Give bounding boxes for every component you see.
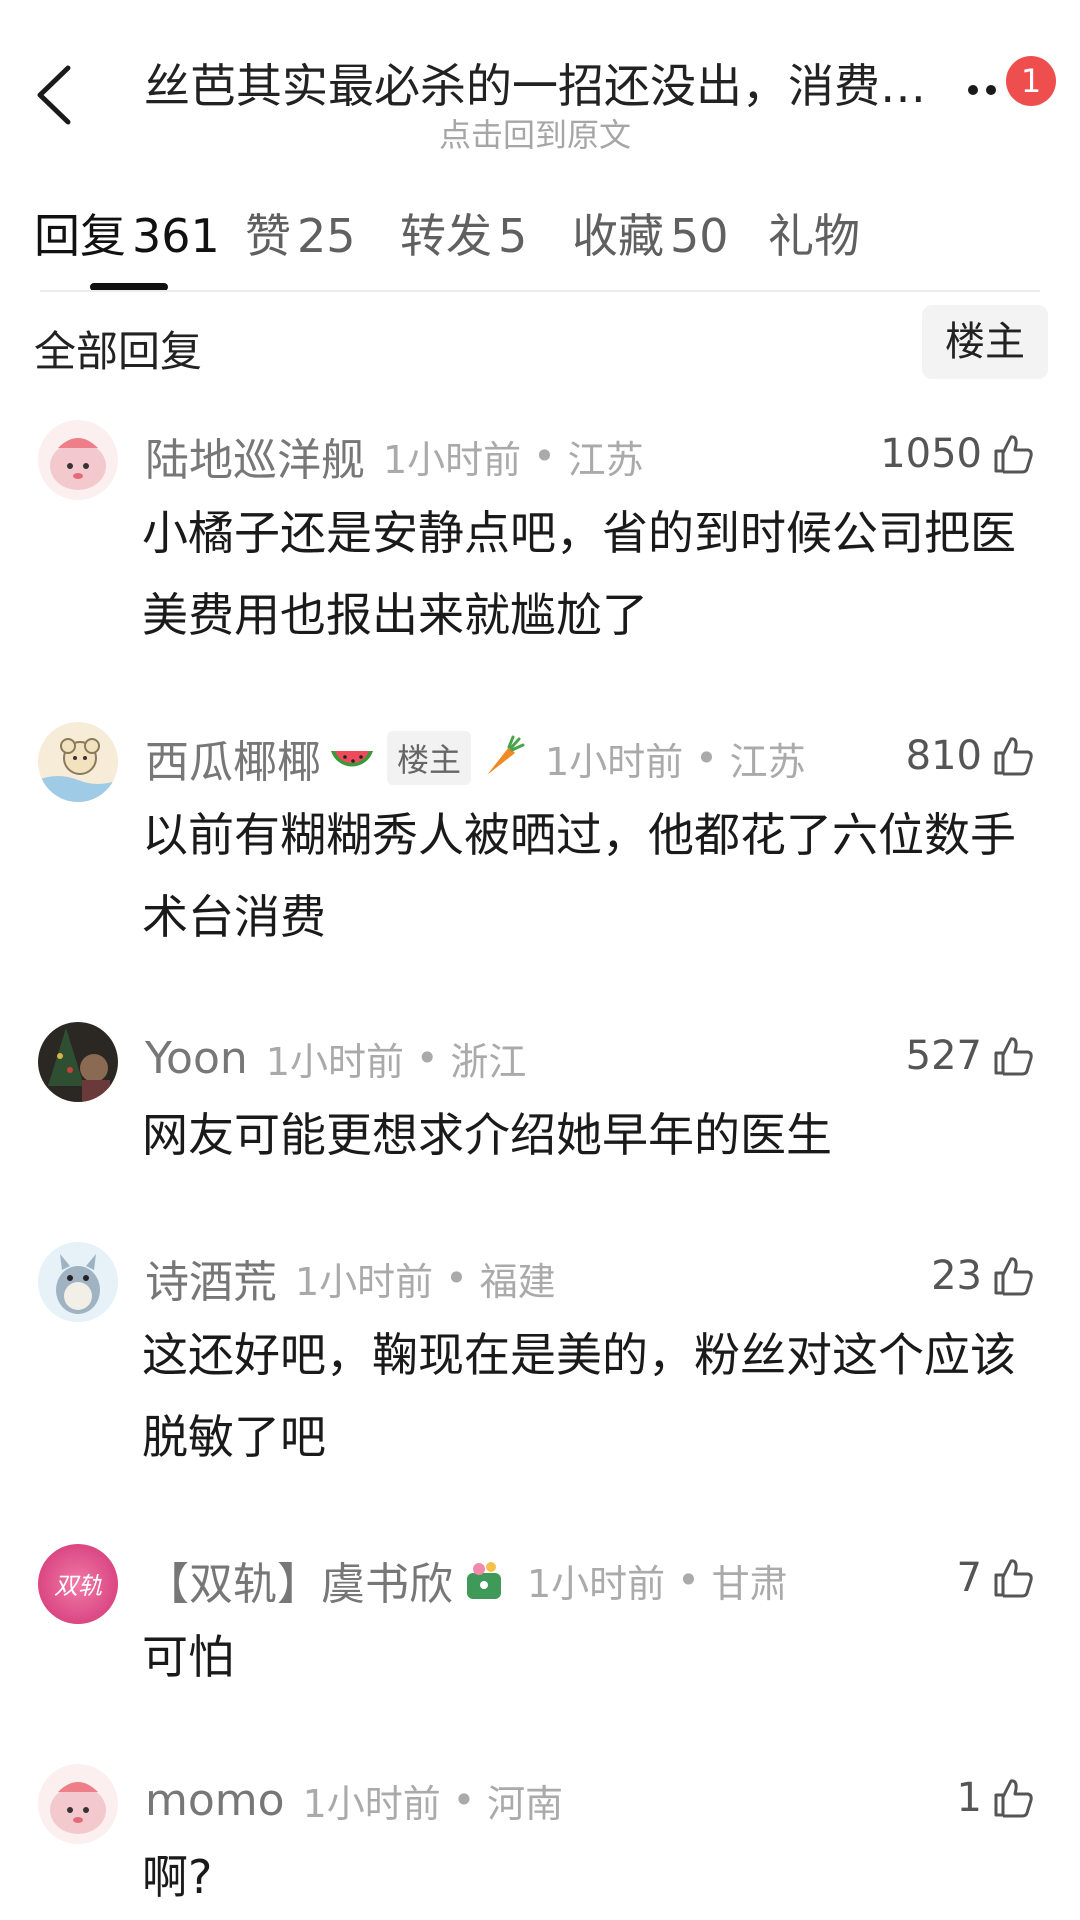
tab-label: 礼物: [768, 209, 860, 263]
avatar[interactable]: [38, 1764, 118, 1844]
watermelon-icon: [327, 733, 377, 783]
like-count: 23: [931, 1253, 982, 1299]
like-count: 1050: [880, 431, 982, 477]
tab-label: 回复: [34, 209, 126, 263]
back-to-original-link[interactable]: 点击回到原文: [120, 110, 950, 156]
username[interactable]: momo: [145, 1775, 285, 1826]
shuanggui-text-avatar-icon: 双轨: [38, 1544, 118, 1624]
thumbs-up-icon: [994, 435, 1033, 474]
separator-dot: •: [677, 1558, 700, 1602]
comment-meta: 【双轨】虞书欣 1小时前 • 甘肃: [145, 1552, 788, 1610]
tab-count: 361: [132, 209, 220, 263]
timestamp: 1小时前: [265, 1039, 404, 1084]
post-title[interactable]: 丝芭其实最必杀的一招还没出，消费…: [120, 50, 950, 116]
username[interactable]: Yoon: [145, 1033, 248, 1084]
region: 甘肃: [711, 1561, 788, 1606]
comment-meta: 诗酒荒 1小时前 • 福建: [145, 1250, 556, 1308]
username[interactable]: 【双轨】虞书欣: [145, 1548, 453, 1612]
avatar[interactable]: [38, 420, 118, 500]
separator-dot: •: [445, 1256, 468, 1300]
thumbs-up-icon: [994, 1037, 1033, 1076]
tab-favorites[interactable]: 收藏 50: [572, 200, 729, 270]
comment-text: 啊?: [142, 1850, 213, 1904]
like-button[interactable]: 527: [906, 1028, 1036, 1084]
comment-meta: 西瓜椰椰 楼主 1小时前 • 江苏: [145, 730, 806, 788]
tab-divider: [40, 290, 1040, 292]
svg-text:双轨: 双轨: [54, 1573, 102, 1600]
flower-bird-icon: [459, 1555, 509, 1605]
comment-text: 小橘子还是安静点吧，省的到时候公司把医美费用也报出来就尴尬了: [142, 506, 1016, 642]
like-button[interactable]: 1: [957, 1770, 1036, 1826]
owner-only-filter-button[interactable]: 楼主: [922, 305, 1048, 379]
comment-text: 可怕: [142, 1630, 234, 1684]
like-count: 7: [956, 1555, 982, 1601]
carrot-icon: [477, 733, 527, 783]
thumbs-up-icon: [994, 737, 1033, 776]
pink-blob-avatar-icon: [38, 420, 118, 500]
all-replies-heading: 全部回复: [34, 327, 203, 376]
tab-bar: 回复 361 赞 25 转发 5 收藏 50 礼物: [0, 200, 1080, 290]
tab-count: 5: [498, 209, 528, 263]
like-count: 1: [956, 1775, 982, 1821]
comment-meta: momo 1小时前 • 河南: [145, 1772, 563, 1828]
tab-likes[interactable]: 赞 25: [245, 200, 356, 270]
notification-badge[interactable]: 1: [1006, 56, 1056, 106]
tab-replies[interactable]: 回复 361: [34, 200, 220, 270]
avatar[interactable]: [38, 1022, 118, 1102]
top-bar: 丝芭其实最必杀的一招还没出，消费… 点击回到原文 1: [0, 0, 1080, 160]
tab-gifts[interactable]: 礼物: [768, 200, 860, 270]
like-count: 810: [905, 733, 982, 779]
like-button[interactable]: 7: [957, 1550, 1036, 1606]
tab-count: 50: [670, 209, 729, 263]
koala-avatar-icon: [38, 722, 118, 802]
like-button[interactable]: 810: [906, 728, 1036, 784]
region: 浙江: [450, 1039, 527, 1084]
separator-dot: •: [533, 434, 556, 478]
like-count: 527: [905, 1033, 982, 1079]
username[interactable]: 诗酒荒: [145, 1246, 277, 1310]
like-button[interactable]: 1050: [880, 426, 1036, 482]
owner-tag: 楼主: [387, 731, 472, 785]
tab-count: 25: [297, 209, 356, 263]
avatar[interactable]: 双轨: [38, 1544, 118, 1624]
region: 河南: [487, 1781, 564, 1826]
avatar[interactable]: [38, 722, 118, 802]
timestamp: 1小时前: [295, 1259, 434, 1304]
separator-dot: •: [695, 736, 718, 780]
timestamp: 1小时前: [527, 1561, 666, 1606]
avatar[interactable]: [38, 1242, 118, 1322]
tab-label: 转发: [400, 209, 492, 263]
timestamp: 1小时前: [545, 739, 684, 784]
thumbs-up-icon: [994, 1559, 1033, 1598]
region: 江苏: [729, 739, 806, 784]
like-button[interactable]: 23: [931, 1248, 1036, 1304]
pink-blob-avatar-icon: [38, 1764, 118, 1844]
timestamp: 1小时前: [302, 1781, 441, 1826]
comment-meta: 陆地巡洋舰 1小时前 • 江苏: [145, 428, 644, 486]
comment-meta: Yoon 1小时前 • 浙江: [145, 1030, 526, 1086]
comment-text: 这还好吧，鞠现在是美的，粉丝对这个应该脱敏了吧: [142, 1328, 1016, 1464]
separator-dot: •: [452, 1778, 476, 1822]
totoro-avatar-icon: [38, 1242, 118, 1322]
back-button[interactable]: [30, 60, 80, 130]
timestamp: 1小时前: [383, 437, 522, 482]
tab-reposts[interactable]: 转发 5: [400, 200, 527, 270]
chevron-left-icon: [37, 65, 71, 125]
christmas-photo-avatar-icon: [38, 1022, 118, 1102]
thumbs-up-icon: [994, 1257, 1033, 1296]
tab-label: 赞: [245, 209, 291, 263]
username[interactable]: 陆地巡洋舰: [145, 424, 365, 488]
comment-text: 网友可能更想求介绍她早年的医生: [142, 1108, 832, 1162]
comment-text: 以前有糊糊秀人被晒过，他都花了六位数手术台消费: [142, 808, 1016, 944]
separator-dot: •: [415, 1036, 439, 1080]
username[interactable]: 西瓜椰椰: [145, 726, 321, 790]
thumbs-up-icon: [994, 1779, 1033, 1818]
tab-label: 收藏: [572, 209, 664, 263]
region: 福建: [479, 1259, 556, 1304]
region: 江苏: [567, 437, 644, 482]
